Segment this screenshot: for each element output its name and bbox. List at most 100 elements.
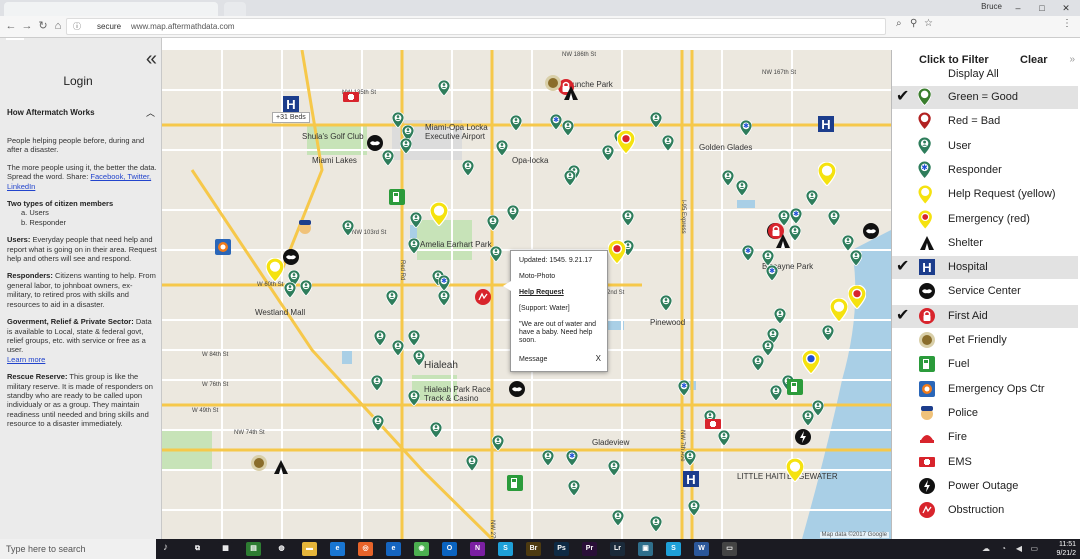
user-pin-icon[interactable] — [487, 215, 499, 231]
help-request-pin-icon[interactable] — [802, 350, 820, 374]
legend-item-fire[interactable]: Fire — [892, 426, 1078, 449]
store-icon[interactable]: ▦ — [218, 542, 233, 556]
user-pin-icon[interactable] — [622, 210, 634, 226]
user-pin-icon[interactable] — [542, 450, 554, 466]
user-pin-icon[interactable] — [300, 280, 312, 296]
responder-pin-icon[interactable]: ✱ — [740, 120, 752, 136]
user-pin-icon[interactable] — [374, 330, 386, 346]
popup-message-button[interactable]: Message — [519, 356, 547, 363]
chrome-icon[interactable]: ◉ — [414, 542, 429, 556]
user-pin-icon[interactable] — [408, 330, 420, 346]
user-pin-icon[interactable] — [842, 235, 854, 251]
user-pin-icon[interactable] — [510, 115, 522, 131]
user-pin-icon[interactable] — [562, 120, 574, 136]
user-pin-icon[interactable] — [568, 480, 580, 496]
user-pin-icon[interactable] — [608, 460, 620, 476]
ie-icon[interactable]: e — [330, 542, 345, 556]
hamburger-icon[interactable] — [6, 38, 24, 44]
chevron-up-icon[interactable]: ︿ — [146, 106, 155, 119]
edge-browser-icon[interactable]: e — [386, 542, 401, 556]
user-pin-icon[interactable] — [688, 500, 700, 516]
chevron-right-icon[interactable]: » — [1069, 54, 1075, 65]
user-pin-icon[interactable] — [284, 282, 296, 298]
reload-icon[interactable]: ↻ — [36, 19, 50, 33]
user-pin-icon[interactable] — [413, 350, 425, 366]
skype-icon[interactable]: S — [498, 542, 513, 556]
legend-item-fuel[interactable]: Fuel — [892, 353, 1078, 376]
help-request-pin-icon[interactable] — [830, 298, 848, 322]
user-pin-icon[interactable] — [850, 250, 862, 266]
forward-icon[interactable]: → — [20, 19, 34, 33]
wifi-icon[interactable]: ◔ — [1001, 544, 1006, 553]
responder-pin-icon[interactable]: ✱ — [566, 450, 578, 466]
legend-item-help-request-pin[interactable]: Help Request (yellow) — [892, 183, 1078, 206]
folder-icon[interactable]: ▬ — [302, 542, 317, 556]
user-pin-icon[interactable] — [408, 390, 420, 406]
user-pin-icon[interactable] — [662, 135, 674, 151]
lightroom-icon[interactable]: Lr — [610, 542, 625, 556]
user-pin-icon[interactable] — [802, 410, 814, 426]
user-pin-icon[interactable] — [438, 290, 450, 306]
legend-item-emergency-ops[interactable]: Emergency Ops Ctr — [892, 378, 1078, 401]
window-icon[interactable]: ▭ — [722, 542, 737, 556]
new-tab-button[interactable] — [224, 2, 246, 16]
taskbar-search-input[interactable]: Type here to search — [0, 539, 156, 559]
word-icon[interactable]: W — [694, 542, 709, 556]
legend-item-obstruction[interactable]: Obstruction — [892, 499, 1078, 522]
user-pin-icon[interactable] — [612, 510, 624, 526]
close-window-button[interactable]: ✕ — [1054, 0, 1078, 16]
user-pin-icon[interactable] — [392, 340, 404, 356]
onenote-icon[interactable]: N — [470, 542, 485, 556]
user-pin-icon[interactable] — [660, 295, 672, 311]
popup-close-button[interactable]: X — [596, 354, 601, 363]
user-pin-icon[interactable] — [770, 385, 782, 401]
home-icon[interactable]: ⌂ — [51, 19, 65, 33]
volume-icon[interactable]: ◀ — [1016, 544, 1022, 553]
user-pin-icon[interactable] — [507, 205, 519, 221]
login-link[interactable]: Login — [0, 74, 156, 88]
edge-icon[interactable]: ◍ — [274, 542, 289, 556]
user-pin-icon[interactable] — [684, 450, 696, 466]
popup-title[interactable]: Help Request — [519, 289, 599, 297]
legend-item-shelter[interactable]: Shelter — [892, 232, 1078, 255]
legend-item-ems[interactable]: EMS — [892, 451, 1078, 474]
bridge-icon[interactable]: Br — [526, 542, 541, 556]
image-viewer-icon[interactable]: ▣ — [638, 542, 653, 556]
premiere-icon[interactable]: Pr — [582, 542, 597, 556]
browser-tab-active[interactable] — [4, 2, 218, 16]
user-pin-icon[interactable] — [650, 516, 662, 532]
user-pin-icon[interactable] — [462, 160, 474, 176]
help-request-pin-icon[interactable] — [848, 285, 866, 309]
legend-item-police[interactable]: Police — [892, 402, 1078, 425]
user-pin-icon[interactable] — [774, 308, 786, 324]
user-pin-icon[interactable] — [602, 145, 614, 161]
legend-item-power-outage[interactable]: Power Outage — [892, 475, 1078, 498]
responder-pin-icon[interactable]: ✱ — [766, 265, 778, 281]
star-icon[interactable]: ☆ — [924, 18, 933, 29]
back-icon[interactable]: ← — [4, 19, 18, 33]
user-pin-icon[interactable] — [722, 170, 734, 186]
user-pin-icon[interactable] — [650, 112, 662, 128]
microphone-icon[interactable]: ♪ — [163, 542, 173, 556]
responder-pin-icon[interactable]: ✱ — [678, 380, 690, 396]
info-icon[interactable]: ⓘ — [73, 19, 81, 34]
legend-item-red-pin[interactable]: Red = Bad — [892, 110, 1078, 133]
user-pin-icon[interactable] — [492, 435, 504, 451]
legend-item-hospital[interactable]: ✔ H Hospital — [892, 256, 1078, 280]
responder-pin-icon[interactable]: ✱ — [438, 275, 450, 291]
legend-item-service-center[interactable]: Service Center — [892, 280, 1078, 303]
user-pin-icon[interactable] — [806, 190, 818, 206]
legend-item-green-pin[interactable]: ✔ Green = Good — [892, 86, 1078, 109]
clear-filter-button[interactable]: Clear — [1020, 54, 1048, 66]
help-request-pin-icon[interactable] — [266, 258, 284, 282]
legend-item-first-aid[interactable]: ✔ First Aid — [892, 304, 1078, 328]
user-pin-icon[interactable] — [490, 246, 502, 262]
user-pin-icon[interactable] — [762, 250, 774, 266]
user-pin-icon[interactable] — [736, 180, 748, 196]
app-icon[interactable]: ▤ — [246, 542, 261, 556]
url-text[interactable]: www.map.aftermathdata.com — [131, 19, 235, 34]
user-pin-icon[interactable] — [382, 150, 394, 166]
legend-item-user-pin[interactable]: User — [892, 135, 1078, 158]
task-view-icon[interactable]: ⧉ — [190, 542, 205, 556]
user-pin-icon[interactable] — [410, 212, 422, 228]
